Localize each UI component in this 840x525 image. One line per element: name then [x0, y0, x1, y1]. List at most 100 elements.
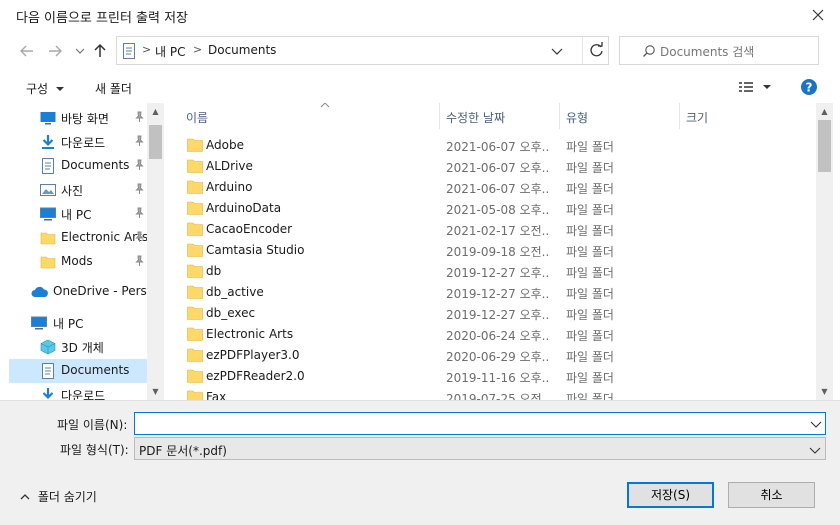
scroll-up-arrow-icon[interactable]: ▲	[816, 103, 833, 120]
file-row-db[interactable]: db 2019-12-27 오후... 파일 폴더	[180, 261, 800, 282]
window-title: 다음 이름으로 프린터 출력 저장	[16, 11, 189, 26]
sidebar-item-documents-selected[interactable]: Documents	[9, 359, 147, 383]
picture-icon	[40, 182, 56, 198]
filename-dropdown-chevron-icon[interactable]	[810, 418, 822, 432]
back-arrow-icon[interactable]	[16, 40, 38, 62]
file-row-aldrive[interactable]: ALDrive 2021-06-07 오후... 파일 폴더	[180, 156, 800, 177]
organize-menu-button[interactable]: 구성	[26, 80, 65, 97]
navigation-bar: > 내 PC > Documents Documents 검색	[0, 31, 840, 71]
sidebar-item-label: 내 PC	[53, 317, 84, 331]
pin-icon[interactable]	[133, 111, 145, 123]
scroll-down-arrow-icon[interactable]: ▼	[147, 383, 164, 400]
breadcrumb-my-pc[interactable]: 내 PC	[155, 43, 185, 60]
sort-ascending-icon	[320, 103, 330, 108]
pin-icon[interactable]	[133, 231, 145, 243]
hide-folders-label: 폴더 숨기기	[37, 490, 97, 504]
pc-icon	[31, 315, 47, 331]
cube-icon	[40, 339, 56, 355]
file-name: Camtasia Studio	[206, 243, 305, 257]
file-type: 파일 폴더	[566, 182, 614, 196]
sidebar-item-downloads-pc[interactable]: 다운로드	[9, 383, 147, 400]
sidebar-item-downloads[interactable]: 다운로드	[9, 130, 147, 154]
pin-icon[interactable]	[133, 183, 145, 195]
scrollbar-thumb[interactable]	[818, 120, 831, 172]
svg-text:?: ?	[806, 81, 813, 95]
folder-icon	[187, 306, 203, 320]
pin-icon[interactable]	[133, 255, 145, 267]
filetype-label: 파일 형식(T):	[60, 443, 129, 457]
sidebar-item-my-pc-pinned[interactable]: 내 PC	[9, 202, 147, 226]
address-bar[interactable]: > 내 PC > Documents	[116, 36, 609, 65]
sidebar-item-documents[interactable]: Documents	[9, 154, 147, 178]
address-dropdown-chevron-icon[interactable]	[550, 44, 564, 58]
hide-folders-toggle[interactable]: 폴더 숨기기	[20, 488, 97, 505]
new-folder-button[interactable]: 새 폴더	[95, 80, 132, 97]
sidebar-item-desktop[interactable]: 바탕 화면	[9, 106, 147, 130]
up-arrow-icon[interactable]	[89, 40, 111, 62]
filetype-dropdown-chevron-icon[interactable]	[809, 444, 821, 458]
file-list[interactable]: 이름 수정한 날짜 유형 크기 Adobe 2021-06-07 오후... 파…	[164, 103, 816, 400]
search-icon	[642, 44, 656, 61]
file-type: 파일 폴더	[566, 161, 614, 175]
file-list-scrollbar[interactable]: ▲ ▼	[816, 103, 833, 400]
file-row-db-exec[interactable]: db_exec 2019-12-27 오후... 파일 폴더	[180, 303, 800, 324]
pin-icon[interactable]	[133, 207, 145, 219]
file-row-ezpdfreader[interactable]: ezPDFReader2.0 2019-11-16 오후... 파일 폴더	[180, 366, 800, 387]
filename-input[interactable]	[134, 412, 826, 435]
sidebar-item-my-pc[interactable]: 내 PC	[9, 311, 147, 335]
file-name: CacaoEncoder	[206, 222, 293, 236]
forward-arrow-icon[interactable]	[44, 40, 66, 62]
sidebar-item-onedrive[interactable]: OneDrive - Personal	[9, 280, 147, 304]
file-type: 파일 폴더	[566, 245, 614, 259]
pin-icon[interactable]	[133, 159, 145, 171]
command-toolbar: 구성 새 폴더 ?	[0, 71, 840, 103]
file-date: 2021-06-07 오후...	[446, 161, 550, 175]
recent-locations-chevron-icon[interactable]	[69, 40, 91, 62]
filetype-select[interactable]: PDF 문서(*.pdf)	[134, 437, 826, 460]
close-icon[interactable]	[808, 4, 828, 26]
filetype-value: PDF 문서(*.pdf)	[139, 444, 227, 458]
save-button[interactable]: 저장(S)	[627, 482, 714, 508]
file-row-ezpdfplayer[interactable]: ezPDFPlayer3.0 2020-06-29 오후... 파일 폴더	[180, 345, 800, 366]
column-header-date[interactable]: 수정한 날짜	[440, 103, 560, 129]
file-row-db-active[interactable]: db_active 2019-12-27 오후... 파일 폴더	[180, 282, 800, 303]
sidebar-item-mods[interactable]: Mods	[9, 250, 147, 274]
breadcrumb-chevron-icon[interactable]: >	[193, 43, 202, 56]
sidebar-item-electronic-arts[interactable]: Electronic Arts	[9, 226, 147, 250]
cancel-button[interactable]: 취소	[728, 482, 815, 508]
column-header-type[interactable]: 유형	[560, 103, 680, 129]
file-type: 파일 폴더	[566, 287, 614, 301]
file-row-camtasia-studio[interactable]: Camtasia Studio 2019-09-18 오전... 파일 폴더	[180, 240, 800, 261]
scrollbar-thumb[interactable]	[149, 125, 162, 159]
folder-icon	[187, 243, 203, 257]
search-box[interactable]: Documents 검색	[619, 36, 819, 65]
sidebar-item-3d-objects[interactable]: 3D 개체	[9, 335, 147, 359]
file-row-arduino[interactable]: Arduino 2021-06-07 오후... 파일 폴더	[180, 177, 800, 198]
file-date: 2019-07-25 오전...	[446, 392, 550, 400]
file-row-fax[interactable]: Fax 2019-07-25 오전... 파일 폴더	[180, 387, 800, 400]
file-date: 2019-09-18 오전...	[446, 245, 550, 259]
file-name: ALDrive	[206, 159, 253, 173]
file-name: Fax	[206, 390, 227, 400]
scroll-down-arrow-icon[interactable]: ▼	[816, 383, 833, 400]
file-name: Adobe	[206, 138, 244, 152]
breadcrumb-documents[interactable]: Documents	[208, 43, 276, 57]
column-header-name[interactable]: 이름	[180, 103, 440, 129]
file-row-cacaoencoder[interactable]: CacaoEncoder 2021-02-17 오전... 파일 폴더	[180, 219, 800, 240]
view-options-icon[interactable]	[738, 80, 772, 97]
refresh-icon[interactable]	[582, 37, 609, 64]
sidebar-scrollbar[interactable]: ▲ ▼	[147, 103, 164, 400]
column-header-label: 수정한 날짜	[446, 111, 506, 125]
file-row-electronic-arts[interactable]: Electronic Arts 2020-06-24 오후... 파일 폴더	[180, 324, 800, 345]
sidebar-item-pictures[interactable]: 사진	[9, 178, 147, 202]
help-icon[interactable]: ?	[801, 79, 817, 98]
file-type: 파일 폴더	[566, 392, 614, 400]
navigation-pane[interactable]: 바탕 화면 다운로드 Documents 사진 내 PC Electronic …	[9, 103, 164, 400]
breadcrumb-chevron-icon[interactable]: >	[142, 43, 151, 56]
scroll-up-arrow-icon[interactable]: ▲	[147, 103, 164, 120]
file-date: 2021-06-07 오후...	[446, 182, 550, 196]
file-row-arduinodata[interactable]: ArduinoData 2021-05-08 오후... 파일 폴더	[180, 198, 800, 219]
pin-icon[interactable]	[133, 135, 145, 147]
file-row-adobe[interactable]: Adobe 2021-06-07 오후... 파일 폴더	[180, 135, 800, 156]
column-header-size[interactable]: 크기	[680, 103, 800, 129]
